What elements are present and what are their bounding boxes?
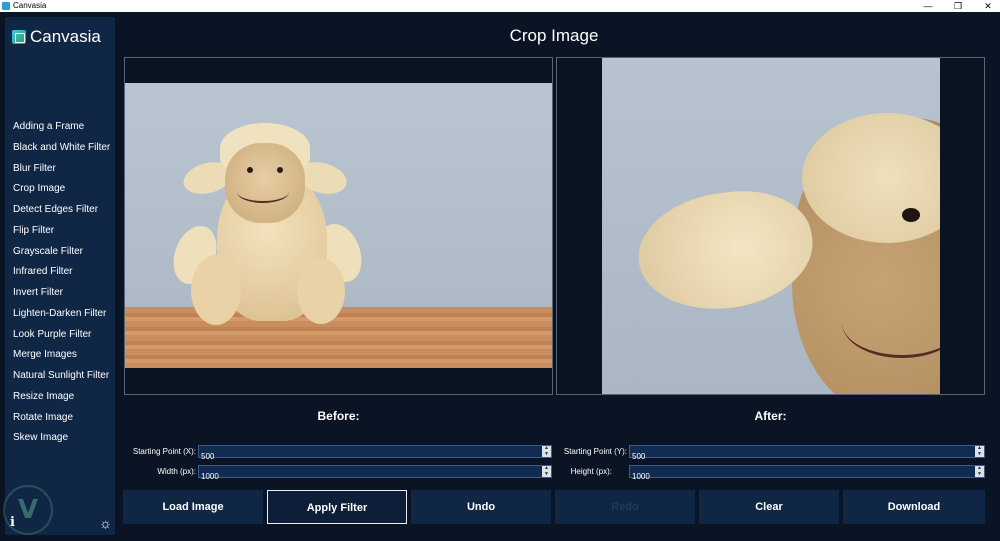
sidebar-item-grayscale-filter[interactable]: Grayscale Filter (13, 245, 110, 266)
brand: Canvasia (12, 27, 101, 47)
toy-eye (247, 167, 253, 173)
sidebar-item-rotate-image[interactable]: Rotate Image (13, 411, 110, 432)
page-title: Crop Image (509, 26, 599, 45)
width-stepper: ▲ ▼ (542, 465, 551, 478)
window-controls: — ❐ ✕ (922, 0, 994, 12)
before-image (125, 83, 552, 368)
start-y-label: Starting Point (Y): (563, 447, 627, 456)
watermark-logo: V (3, 485, 53, 535)
sidebar-item-infrared-filter[interactable]: Infrared Filter (13, 265, 110, 286)
after-image (602, 58, 940, 394)
start-y-field: ▲ ▼ (629, 445, 985, 462)
sidebar-item-lighten-darken-filter[interactable]: Lighten-Darken Filter (13, 307, 110, 328)
apply-filter-button[interactable]: Apply Filter (267, 490, 407, 524)
sidebar-item-adding-a-frame[interactable]: Adding a Frame (13, 120, 110, 141)
sidebar-item-blur-filter[interactable]: Blur Filter (13, 162, 110, 183)
sidebar-item-black-and-white-filter[interactable]: Black and White Filter (13, 141, 110, 162)
toy-eye (277, 167, 283, 173)
redo-button[interactable]: Redo (555, 490, 695, 524)
window-titlebar: Canvasia — ❐ ✕ (0, 0, 1000, 12)
sidebar-item-merge-images[interactable]: Merge Images (13, 348, 110, 369)
load-image-button[interactable]: Load Image (123, 490, 263, 524)
window-title: Canvasia (13, 1, 47, 10)
start-x-input[interactable] (199, 451, 551, 462)
sidebar: Canvasia Adding a Frame Black and White … (5, 17, 115, 535)
width-input[interactable] (199, 471, 551, 482)
height-input[interactable] (630, 471, 984, 482)
download-button[interactable]: Download (843, 490, 985, 524)
toy-smile (237, 181, 289, 203)
start-x-label: Starting Point (X): (132, 447, 196, 456)
decrement-icon[interactable]: ▼ (975, 471, 984, 478)
height-label: Height (px): (570, 467, 612, 476)
sidebar-item-invert-filter[interactable]: Invert Filter (13, 286, 110, 307)
start-x-field: ▲ ▼ (198, 445, 552, 462)
decrement-icon[interactable]: ▼ (975, 451, 984, 458)
brand-logo-icon (12, 30, 26, 44)
filter-menu: Adding a Frame Black and White Filter Bl… (13, 120, 110, 452)
undo-button[interactable]: Undo (411, 490, 551, 524)
start-y-stepper: ▲ ▼ (975, 445, 984, 458)
after-image-panel (556, 57, 985, 395)
sidebar-item-look-purple-filter[interactable]: Look Purple Filter (13, 328, 110, 349)
sidebar-item-detect-edges-filter[interactable]: Detect Edges Filter (13, 203, 110, 224)
decrement-icon[interactable]: ▼ (542, 451, 551, 458)
brand-name: Canvasia (30, 27, 101, 46)
maximize-button[interactable]: ❐ (952, 0, 964, 12)
settings-gear-icon[interactable]: ☼ (99, 515, 112, 531)
close-button[interactable]: ✕ (982, 0, 994, 12)
start-y-input[interactable] (630, 451, 984, 462)
height-field: ▲ ▼ (629, 465, 985, 482)
app-icon (2, 2, 10, 10)
sidebar-item-crop-image[interactable]: Crop Image (13, 182, 110, 203)
start-x-stepper: ▲ ▼ (542, 445, 551, 458)
toy-eye (902, 208, 920, 222)
after-caption: After: (754, 409, 787, 423)
sidebar-item-resize-image[interactable]: Resize Image (13, 390, 110, 411)
height-stepper: ▲ ▼ (975, 465, 984, 478)
width-field: ▲ ▼ (198, 465, 552, 482)
before-image-panel (124, 57, 553, 395)
toy-foot (191, 255, 241, 325)
toy-foot (297, 258, 345, 324)
decrement-icon[interactable]: ▼ (542, 471, 551, 478)
width-label: Width (px): (157, 467, 196, 476)
sidebar-item-skew-image[interactable]: Skew Image (13, 431, 110, 452)
sidebar-item-natural-sunlight-filter[interactable]: Natural Sunlight Filter (13, 369, 110, 390)
sidebar-item-flip-filter[interactable]: Flip Filter (13, 224, 110, 245)
minimize-button[interactable]: — (922, 0, 934, 12)
clear-button[interactable]: Clear (699, 490, 839, 524)
before-caption: Before: (317, 409, 360, 423)
shelf (125, 307, 552, 368)
